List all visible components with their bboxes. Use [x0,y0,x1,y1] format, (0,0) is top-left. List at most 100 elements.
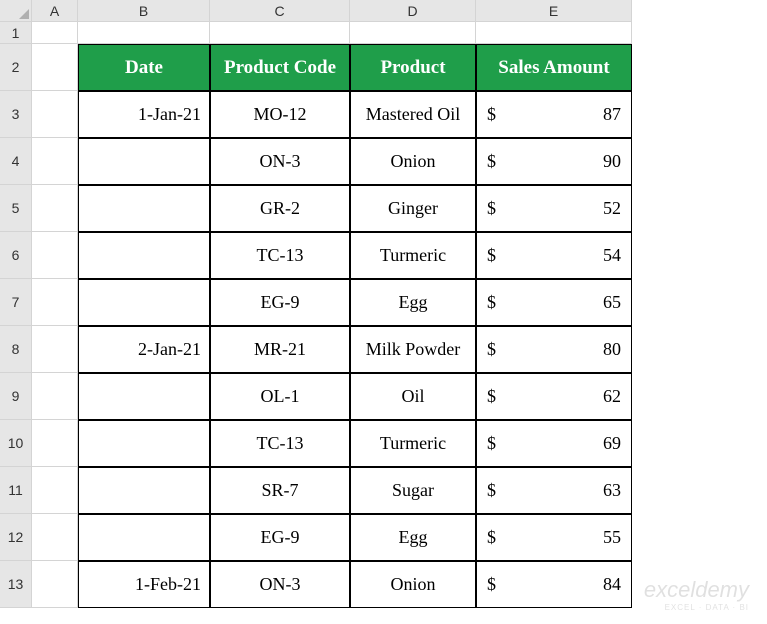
cell-E5[interactable]: $52 [476,185,632,232]
cell-A4[interactable] [32,138,78,185]
cell-E3[interactable]: $87 [476,91,632,138]
cell-B8[interactable]: 2-Jan-21 [78,326,210,373]
row-header-13[interactable]: 13 [0,561,32,608]
row-header-1[interactable]: 1 [0,22,32,44]
cell-E11[interactable]: $63 [476,467,632,514]
cell-A9[interactable] [32,373,78,420]
row-header-5[interactable]: 5 [0,185,32,232]
cell-D1[interactable] [350,22,476,44]
cell-E1[interactable] [476,22,632,44]
product-code-value: OL-1 [261,386,300,407]
cell-A12[interactable] [32,514,78,561]
cell-D3[interactable]: Mastered Oil [350,91,476,138]
cell-E6[interactable]: $54 [476,232,632,279]
cell-E12[interactable]: $55 [476,514,632,561]
cell-D2[interactable]: Product [350,44,476,91]
cell-C9[interactable]: OL-1 [210,373,350,420]
cell-B11[interactable] [78,467,210,514]
column-header-D[interactable]: D [350,0,476,22]
cell-E8[interactable]: $80 [476,326,632,373]
cell-C4[interactable]: ON-3 [210,138,350,185]
cell-B10[interactable] [78,420,210,467]
row-header-6[interactable]: 6 [0,232,32,279]
row-header-11[interactable]: 11 [0,467,32,514]
cell-C5[interactable]: GR-2 [210,185,350,232]
cell-B4[interactable] [78,138,210,185]
cell-C12[interactable]: EG-9 [210,514,350,561]
product-code-value: GR-2 [260,198,300,219]
cell-A5[interactable] [32,185,78,232]
column-header-A[interactable]: A [32,0,78,22]
cell-A6[interactable] [32,232,78,279]
cell-D4[interactable]: Onion [350,138,476,185]
product-value: Ginger [388,198,438,219]
cell-A3[interactable] [32,91,78,138]
row-header-8[interactable]: 8 [0,326,32,373]
cell-B7[interactable] [78,279,210,326]
cell-D13[interactable]: Onion [350,561,476,608]
column-header-E[interactable]: E [476,0,632,22]
cell-B12[interactable] [78,514,210,561]
amount-value: 65 [603,292,621,313]
cell-E10[interactable]: $69 [476,420,632,467]
cell-C3[interactable]: MO-12 [210,91,350,138]
cell-B6[interactable] [78,232,210,279]
currency-symbol: $ [487,480,496,501]
product-value: Onion [391,151,436,172]
amount-value: 55 [603,527,621,548]
row-header-10[interactable]: 10 [0,420,32,467]
cell-C1[interactable] [210,22,350,44]
cell-C6[interactable]: TC-13 [210,232,350,279]
cell-B5[interactable] [78,185,210,232]
cell-C2[interactable]: Product Code [210,44,350,91]
cell-D12[interactable]: Egg [350,514,476,561]
cell-D6[interactable]: Turmeric [350,232,476,279]
cell-B13[interactable]: 1-Feb-21 [78,561,210,608]
cell-B3[interactable]: 1-Jan-21 [78,91,210,138]
cell-D8[interactable]: Milk Powder [350,326,476,373]
cell-E9[interactable]: $62 [476,373,632,420]
cell-A10[interactable] [32,420,78,467]
column-header-B[interactable]: B [78,0,210,22]
product-code-value: ON-3 [260,574,301,595]
row-header-9[interactable]: 9 [0,373,32,420]
cell-E13[interactable]: $84 [476,561,632,608]
cell-D9[interactable]: Oil [350,373,476,420]
currency-symbol: $ [487,104,496,125]
cell-A13[interactable] [32,561,78,608]
cell-D7[interactable]: Egg [350,279,476,326]
row-header-7[interactable]: 7 [0,279,32,326]
product-code-value: EG-9 [261,527,300,548]
product-value: Turmeric [380,245,446,266]
spreadsheet-grid[interactable]: ABCDE 12 DateProduct CodeProductSales Amou… [0,0,767,608]
cell-B1[interactable] [78,22,210,44]
cell-B2[interactable]: Date [78,44,210,91]
cell-A8[interactable] [32,326,78,373]
cell-A1[interactable] [32,22,78,44]
cell-E7[interactable]: $65 [476,279,632,326]
cell-C8[interactable]: MR-21 [210,326,350,373]
cell-A2[interactable] [32,44,78,91]
amount-value: 80 [603,339,621,360]
cell-D5[interactable]: Ginger [350,185,476,232]
cell-C7[interactable]: EG-9 [210,279,350,326]
cell-A7[interactable] [32,279,78,326]
row-header-3[interactable]: 3 [0,91,32,138]
cell-E2[interactable]: Sales Amount [476,44,632,91]
cell-D11[interactable]: Sugar [350,467,476,514]
select-all-corner[interactable] [0,0,32,22]
row-header-2[interactable]: 2 [0,44,32,91]
cell-A11[interactable] [32,467,78,514]
product-code-value: MR-21 [254,339,306,360]
row-header-4[interactable]: 4 [0,138,32,185]
cell-B9[interactable] [78,373,210,420]
cell-C10[interactable]: TC-13 [210,420,350,467]
row-header-12[interactable]: 12 [0,514,32,561]
cell-C13[interactable]: ON-3 [210,561,350,608]
cell-C11[interactable]: SR-7 [210,467,350,514]
column-header-C[interactable]: C [210,0,350,22]
currency-symbol: $ [487,339,496,360]
currency-symbol: $ [487,245,496,266]
cell-D10[interactable]: Turmeric [350,420,476,467]
cell-E4[interactable]: $90 [476,138,632,185]
